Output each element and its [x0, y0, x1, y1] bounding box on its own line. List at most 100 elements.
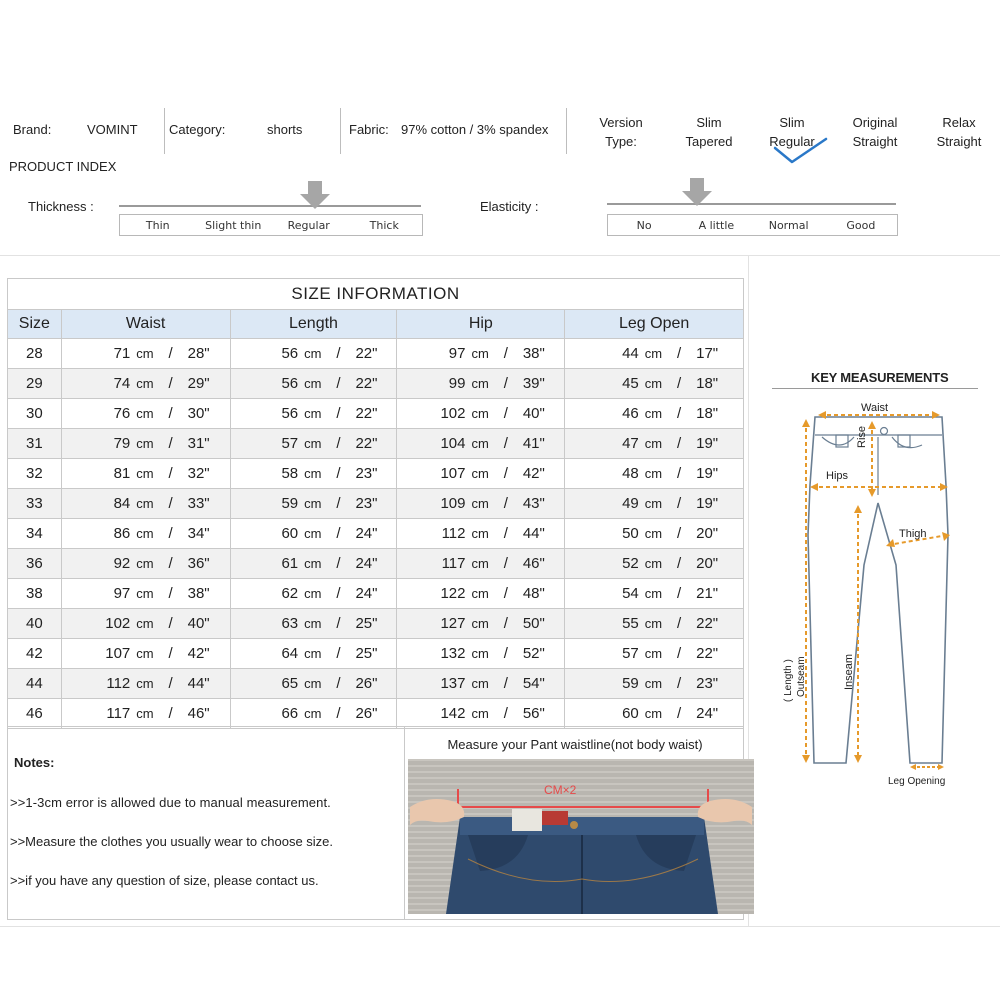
key-measurements-title: KEY MEASUREMENTS — [811, 370, 949, 385]
note-item: >>if you have any question of size, plea… — [10, 873, 319, 888]
measurement-cell: 97 cm/38" — [396, 338, 566, 369]
rise-label: Rise — [856, 425, 868, 448]
measurement-cell: 54 cm/21" — [564, 578, 744, 609]
note-item: >>1-3cm error is allowed due to manual m… — [10, 795, 331, 810]
measurement-cell: 99 cm/39" — [396, 368, 566, 399]
hips-label: Hips — [826, 470, 849, 482]
measurement-cell: 45 cm/18" — [564, 368, 744, 399]
elasticity-option: Normal — [768, 218, 809, 232]
table-row: 42 107 cm/42" 64 cm/25" 132 cm/52" 57 cm/22" — [7, 638, 744, 669]
version-type-label: Version Type: — [599, 115, 643, 149]
elasticity-option: No — [636, 218, 652, 232]
measurement-cell: 81 cm/32" — [60, 458, 231, 489]
size-cell: 44 — [7, 668, 62, 699]
brand-label: Brand: — [13, 122, 52, 137]
waistline-measure-illustration — [408, 759, 754, 914]
thigh-label: Thigh — [899, 528, 927, 540]
measurement-cell: 52 cm/20" — [564, 548, 744, 579]
measurement-cell: 44 cm/17" — [564, 338, 744, 369]
measurement-cell: 142 cm/56" — [396, 698, 566, 729]
version-option-slim-tapered: Slim Tapered — [685, 115, 733, 149]
size-cell: 28 — [7, 338, 62, 369]
column-header-length: Length — [229, 309, 398, 339]
measurement-cell: 49 cm/19" — [564, 488, 744, 519]
elasticity-option: A little — [698, 218, 735, 232]
measurement-cell: 63 cm/25" — [229, 608, 398, 639]
size-cell: 32 — [7, 458, 62, 489]
table-row: 32 81 cm/32" 58 cm/23" 107 cm/42" 48 cm/19" — [7, 458, 744, 489]
table-row: 36 92 cm/36" 61 cm/24" 117 cm/46" 52 cm/20" — [7, 548, 744, 579]
measure-label: CM×2 — [544, 783, 577, 797]
pants-diagram — [802, 411, 950, 770]
elasticity-option: Good — [846, 218, 876, 232]
waist-label: Waist — [861, 402, 889, 414]
measurement-cell: 132 cm/52" — [396, 638, 566, 669]
measurement-cell: 66 cm/26" — [229, 698, 398, 729]
thickness-scale-line — [119, 205, 421, 207]
column-header-size: Size — [7, 309, 62, 339]
measurement-cell: 107 cm/42" — [396, 458, 566, 489]
measurement-cell: 61 cm/24" — [229, 548, 398, 579]
selected-checkmark-icon — [773, 137, 828, 164]
waistline-caption: Measure your Pant waistline(not body wai… — [447, 737, 703, 752]
measurement-cell: 55 cm/22" — [564, 608, 744, 639]
category-label: Category: — [169, 122, 226, 137]
table-row: 40 102 cm/40" 63 cm/25" 127 cm/50" 55 cm/22" — [7, 608, 744, 639]
measurement-cell: 59 cm/23" — [229, 488, 398, 519]
brand-value: VOMINT — [87, 122, 138, 137]
version-option-relax-straight: Relax Straight — [936, 115, 982, 149]
measurement-cell: 58 cm/23" — [229, 458, 398, 489]
fabric-value: 97% cotton / 3% spandex — [401, 122, 549, 137]
elasticity-scale: No A little Normal Good — [607, 214, 898, 236]
measurement-cell: 62 cm/24" — [229, 578, 398, 609]
table-row: 30 76 cm/30" 56 cm/22" 102 cm/40" 46 cm/18" — [7, 398, 744, 429]
fabric-label: Fabric: — [349, 122, 389, 137]
table-row: 44 112 cm/44" 65 cm/26" 137 cm/54" 59 cm/23" — [7, 668, 744, 699]
notes-title: Notes: — [14, 755, 55, 770]
measurement-cell: 109 cm/43" — [396, 488, 566, 519]
measurement-cell: 60 cm/24" — [229, 518, 398, 549]
divider — [566, 108, 567, 154]
section-divider — [0, 926, 1000, 927]
thickness-option: Slight thin — [205, 218, 262, 232]
inseam-label: Inseam — [843, 653, 855, 690]
measurement-cell: 65 cm/26" — [229, 668, 398, 699]
measurement-cell: 102 cm/40" — [60, 608, 231, 639]
measurement-cell: 46 cm/18" — [564, 398, 744, 429]
size-table-title: SIZE INFORMATION — [7, 278, 744, 310]
measurement-cell: 86 cm/34" — [60, 518, 231, 549]
length-label: ( Length ) — [783, 659, 794, 702]
thickness-indicator-arrow-icon — [300, 181, 330, 209]
size-cell: 38 — [7, 578, 62, 609]
measurement-cell: 107 cm/42" — [60, 638, 231, 669]
measurement-cell: 76 cm/30" — [60, 398, 231, 429]
measurement-cell: 102 cm/40" — [396, 398, 566, 429]
size-cell: 40 — [7, 608, 62, 639]
table-row: 46 117 cm/46" 66 cm/26" 142 cm/56" 60 cm/24" — [7, 698, 744, 729]
size-cell: 31 — [7, 428, 62, 459]
measurement-cell: 79 cm/31" — [60, 428, 231, 459]
measurement-cell: 60 cm/24" — [564, 698, 744, 729]
measurement-cell: 50 cm/20" — [564, 518, 744, 549]
divider — [340, 108, 341, 154]
measurement-cell: 56 cm/22" — [229, 338, 398, 369]
measurement-cell: 71 cm/28" — [60, 338, 231, 369]
measurement-cell: 57 cm/22" — [229, 428, 398, 459]
size-cell: 29 — [7, 368, 62, 399]
measurement-cell: 117 cm/46" — [396, 548, 566, 579]
category-value: shorts — [267, 122, 303, 137]
product-index-title: PRODUCT INDEX — [9, 159, 117, 174]
column-header-hip: Hip — [396, 309, 566, 339]
table-row: 31 79 cm/31" 57 cm/22" 104 cm/41" 47 cm/19" — [7, 428, 744, 459]
section-divider — [0, 255, 1000, 256]
size-cell: 34 — [7, 518, 62, 549]
elasticity-label: Elasticity : — [480, 199, 539, 214]
note-item: >>Measure the clothes you usually wear t… — [10, 834, 334, 849]
size-table-body: 28 71 cm/28" 56 cm/22" 97 cm/38" 44 cm/17" 29 74 cm… — [7, 338, 744, 729]
measurement-cell: 74 cm/29" — [60, 368, 231, 399]
measurement-cell: 117 cm/46" — [60, 698, 231, 729]
thickness-option: Regular — [287, 218, 330, 232]
size-cell: 33 — [7, 488, 62, 519]
column-header-leg-open: Leg Open — [564, 309, 744, 339]
measurement-cell: 104 cm/41" — [396, 428, 566, 459]
